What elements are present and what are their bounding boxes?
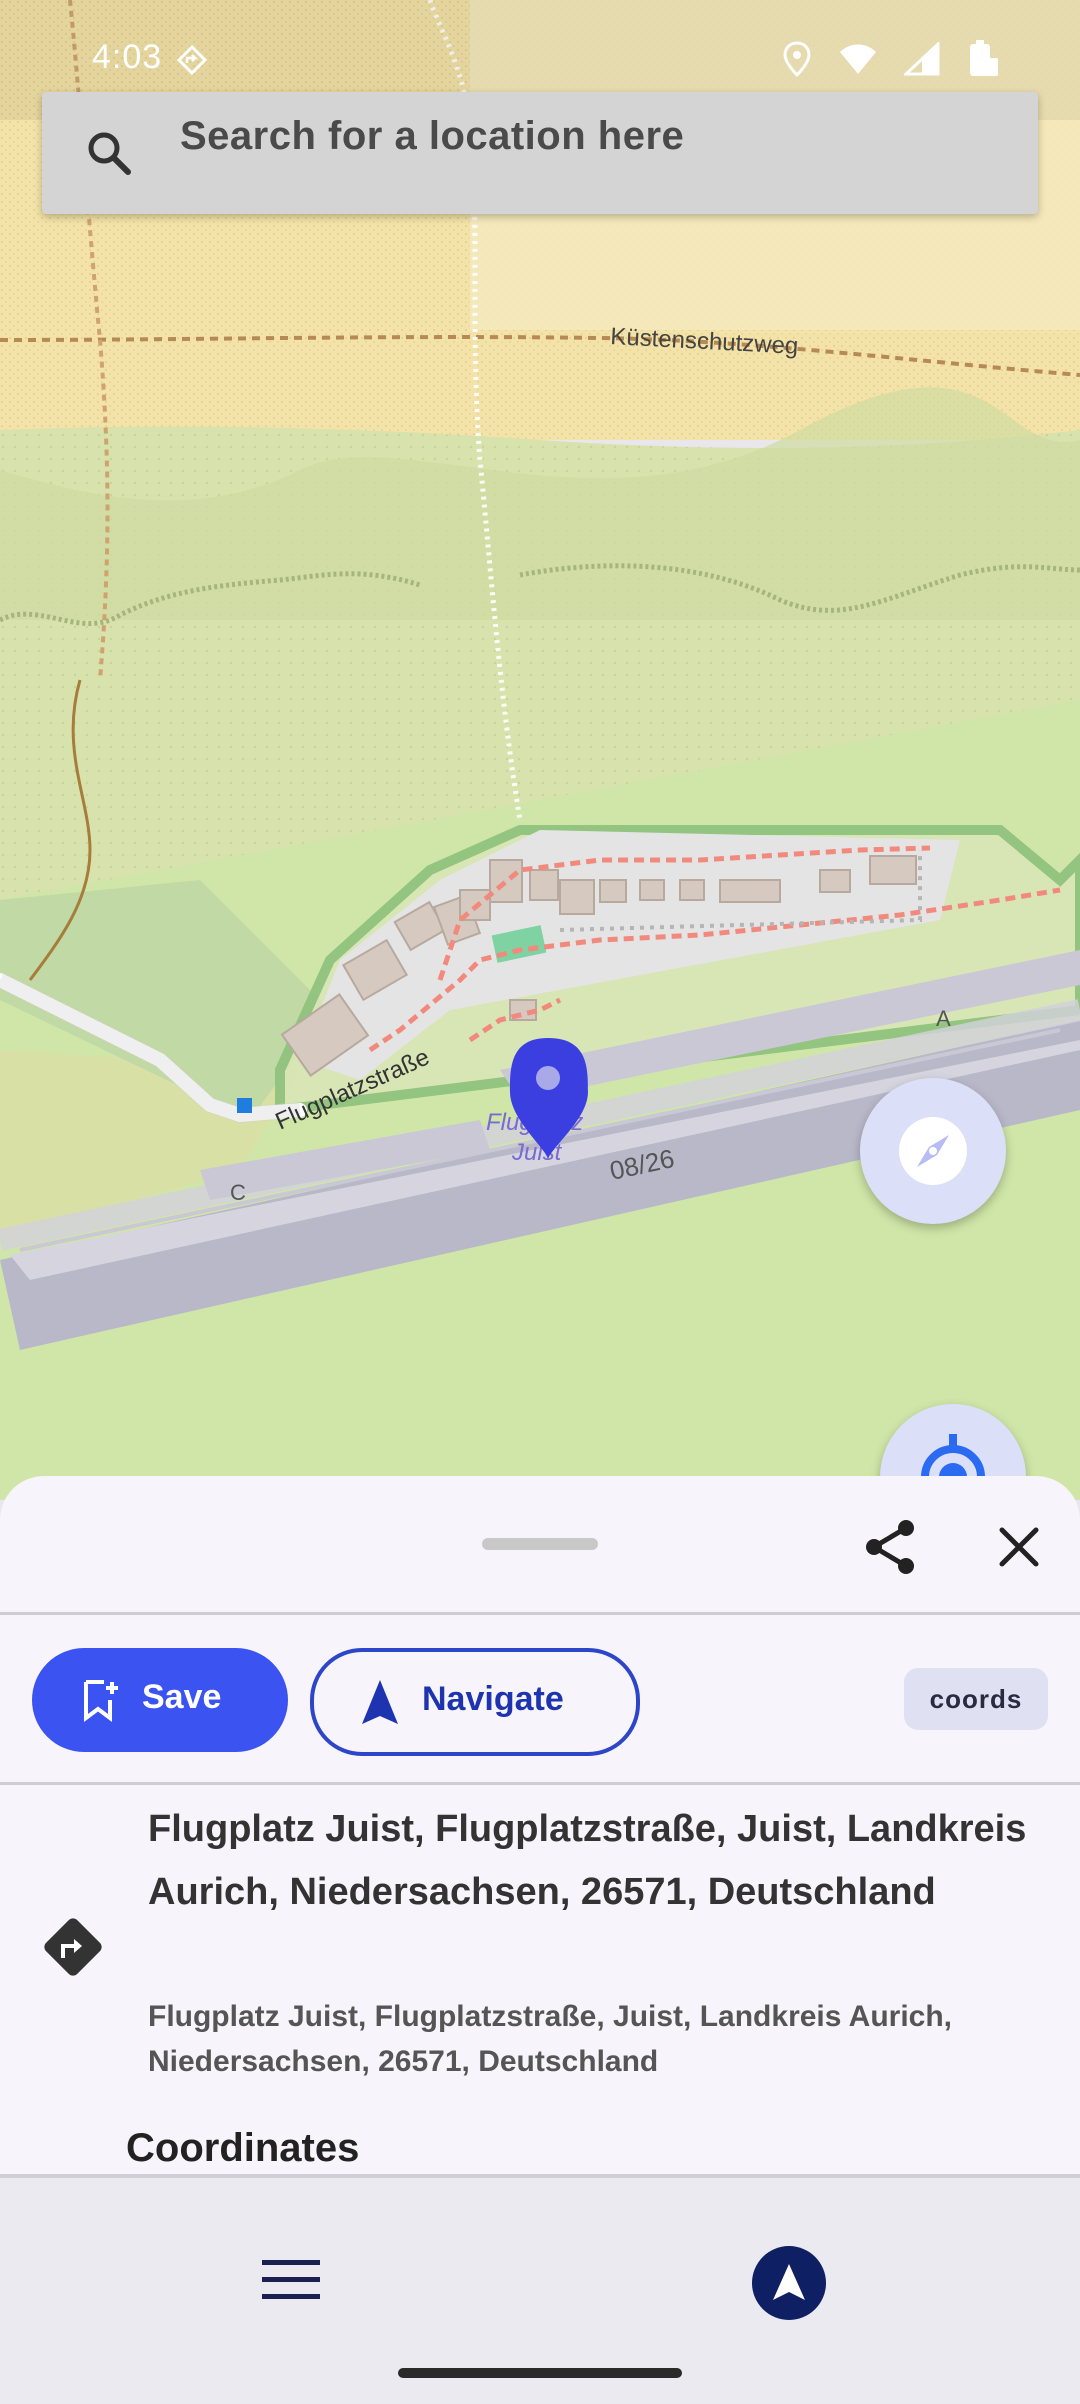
navigate-button-label: Navigate <box>422 1680 564 1718</box>
search-bar[interactable]: Search for a location here <box>42 92 1038 214</box>
address-title: Flugplatz Juist, Flugplatzstraße, Juist,… <box>148 1808 1027 1913</box>
location-status-icon <box>782 41 812 82</box>
wifi-icon <box>838 42 878 81</box>
bookmark-add-icon <box>78 1678 122 1722</box>
sheet-divider-middle <box>0 1782 1080 1785</box>
coords-chip[interactable]: coords <box>904 1668 1048 1730</box>
navigate-button[interactable]: Navigate <box>310 1648 640 1756</box>
turn-right-icon <box>42 1916 104 1978</box>
address-subtitle: Flugplatz Juist, Flugplatzstraße, Juist,… <box>148 2000 953 2078</box>
battery-icon <box>966 40 1000 83</box>
bottom-navigation-bar <box>0 2174 1080 2404</box>
gps-icon <box>176 44 208 81</box>
close-icon <box>986 1527 1052 1584</box>
menu-icon <box>258 2260 324 2312</box>
save-button-label: Save <box>142 1678 222 1716</box>
signal-icon <box>902 40 940 81</box>
sheet-divider-top <box>0 1612 1080 1615</box>
menu-button[interactable] <box>258 2252 324 2308</box>
coordinates-heading: Coordinates <box>126 2126 360 2170</box>
compass-icon <box>895 1113 971 1194</box>
compass-button[interactable] <box>860 1078 1006 1224</box>
share-icon <box>858 1520 924 1584</box>
close-button[interactable] <box>986 1514 1052 1580</box>
map-view[interactable]: Küstenschutzweg Flugplatzstraße Flugplat… <box>0 0 1080 1500</box>
save-button[interactable]: Save <box>32 1648 288 1752</box>
share-button[interactable] <box>858 1514 924 1580</box>
place-details-sheet[interactable]: Save Navigate coords Flugplatz Juist, Fl… <box>0 1476 1080 2174</box>
navigation-arrow-icon <box>358 1678 402 1726</box>
search-input[interactable]: Search for a location here <box>180 114 684 159</box>
home-indicator[interactable] <box>398 2368 682 2378</box>
status-time: 4:03 <box>92 38 163 76</box>
map-label-taxiway-a: A <box>936 1006 951 1031</box>
navigation-mode-button[interactable] <box>752 2246 826 2320</box>
navigation-arrow-icon <box>771 2262 807 2307</box>
sheet-drag-handle[interactable] <box>482 1538 598 1550</box>
search-icon <box>82 126 138 182</box>
map-label-taxiway-c: C <box>230 1180 246 1205</box>
